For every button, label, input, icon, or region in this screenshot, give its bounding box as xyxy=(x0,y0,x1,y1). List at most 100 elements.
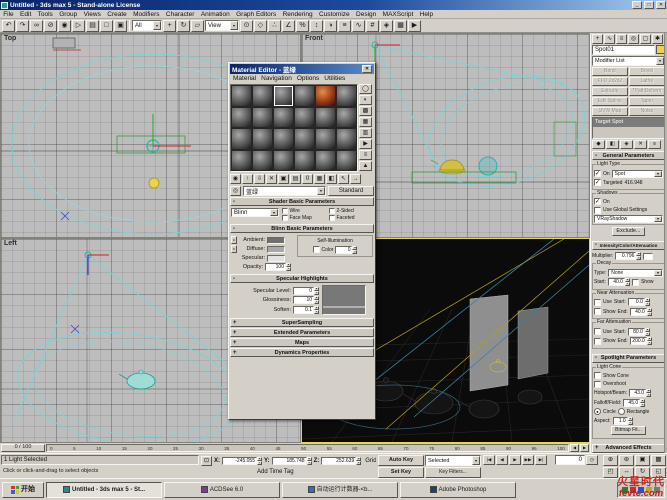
window-crossing-icon[interactable]: ▣ xyxy=(114,20,127,32)
undo-icon[interactable]: ↶ xyxy=(2,20,15,32)
close-button[interactable]: ✕ xyxy=(656,1,666,9)
menu-item[interactable]: File xyxy=(0,11,17,18)
remove-modifier-icon[interactable]: ✕ xyxy=(634,140,647,149)
material-editor-window[interactable]: Material Editor - 蓝绿 ✕ MaterialNavigatio… xyxy=(228,62,376,420)
schematic-view-icon[interactable]: # xyxy=(366,20,379,32)
zoom-extents-all-icon[interactable]: ▦ xyxy=(651,455,666,466)
menu-item[interactable]: Navigation xyxy=(261,75,292,82)
menu-item[interactable]: Help xyxy=(417,11,437,18)
lock-ambient-diffuse-icon[interactable]: c xyxy=(231,236,237,244)
rollout-header-closed[interactable]: + Extended Parameters xyxy=(230,328,374,337)
configure-stack-icon[interactable]: ≡ xyxy=(648,140,661,149)
selection-filter-dropdown[interactable]: All▼ xyxy=(132,20,162,31)
zoom-extents-icon[interactable]: ▣ xyxy=(635,455,650,466)
shadow-on-checkbox[interactable]: ✓ xyxy=(594,198,601,205)
close-icon[interactable]: ✕ xyxy=(362,65,372,73)
far-start-spinner[interactable]: 80.0▲▼ xyxy=(628,328,650,336)
track-bar[interactable]: 0510152025303540455055606570758085909510… xyxy=(46,444,569,452)
redo-icon[interactable]: ↷ xyxy=(16,20,29,32)
utilities-tab[interactable]: ✱ xyxy=(652,34,663,44)
aspect-spinner[interactable]: 1.0▲▼ xyxy=(613,417,633,425)
spinner-snap-icon[interactable]: ↕ xyxy=(310,20,323,32)
auto-key-button[interactable]: Auto Key xyxy=(378,455,424,466)
modifier-button[interactable]: Lathe xyxy=(629,77,665,86)
menu-item[interactable]: Options xyxy=(297,75,319,82)
key-mode-dropdown[interactable]: Selected▼ xyxy=(425,455,481,466)
previous-key-icon[interactable]: ◀ xyxy=(570,444,579,452)
modifier-button[interactable]: *PathDeform xyxy=(629,87,665,96)
rollout-header-closed[interactable]: + SuperSampling xyxy=(230,318,374,327)
reset-map-icon[interactable]: ✕ xyxy=(266,174,277,184)
arc-rotate-icon[interactable]: ↻ xyxy=(635,467,650,478)
minimize-button[interactable]: _ xyxy=(632,1,642,9)
show-cone-checkbox[interactable] xyxy=(594,372,601,379)
rollout-intensity-color-attenuation[interactable]: - Intensity/Color/Attenuation xyxy=(592,241,665,250)
near-use-checkbox[interactable] xyxy=(594,299,601,306)
bitmap-fit-button[interactable]: Bitmap Fit... xyxy=(611,426,646,435)
self-illum-spinner[interactable]: 0▲▼ xyxy=(335,246,357,254)
go-to-parent-icon[interactable]: ↖ xyxy=(338,174,349,184)
material-sample-slot[interactable] xyxy=(294,107,315,129)
decay-start-spinner[interactable]: 40.0▲▼ xyxy=(608,278,630,286)
menu-item[interactable]: Modifiers xyxy=(130,11,163,18)
far-show-checkbox[interactable] xyxy=(594,338,601,345)
x-coordinate-field[interactable]: -245.055▲▼ xyxy=(222,457,262,465)
modifier-stack[interactable]: Target Spot xyxy=(592,117,665,139)
ambient-color-swatch[interactable] xyxy=(267,237,285,244)
create-tab[interactable]: + xyxy=(592,34,603,44)
menu-item[interactable]: Character xyxy=(163,11,198,18)
quick-render-icon[interactable]: ▶ xyxy=(408,20,421,32)
show-end-result-icon[interactable]: ◧ xyxy=(326,174,337,184)
circle-radio[interactable]: ● xyxy=(594,408,601,415)
material-id-icon[interactable]: 0 xyxy=(302,174,313,184)
rollout-header-closed[interactable]: + Maps xyxy=(230,338,374,347)
specular-param-spinner[interactable]: 10▲▼ xyxy=(293,296,319,304)
z-coordinate-field[interactable]: 252.639▲▼ xyxy=(321,457,361,465)
material-type-button[interactable]: Standard xyxy=(328,186,374,196)
material-sample-slot[interactable] xyxy=(294,150,315,172)
checkbox[interactable] xyxy=(329,208,335,214)
material-sample-slot[interactable] xyxy=(231,150,252,172)
pick-material-icon[interactable]: ◎ xyxy=(230,186,241,196)
near-start-spinner[interactable]: 0.0▲▼ xyxy=(628,298,650,306)
menu-item[interactable]: Animation xyxy=(198,11,233,18)
material-sample-slot[interactable] xyxy=(252,128,273,150)
mirror-icon[interactable]: ◑ xyxy=(324,20,337,32)
key-filters-button[interactable]: Key Filters... xyxy=(425,467,481,478)
hierarchy-tab[interactable]: ≡ xyxy=(616,34,627,44)
modifier-button[interactable]: Bevel xyxy=(629,67,665,76)
render-scene-icon[interactable]: ▦ xyxy=(394,20,407,32)
material-sample-slot[interactable] xyxy=(336,128,357,150)
current-frame-field[interactable]: 0 xyxy=(555,455,585,465)
window-titlebar[interactable]: Untitled - 3ds max 5 - Stand-alone Licen… xyxy=(0,0,667,10)
select-by-material-icon[interactable]: ▲ xyxy=(359,161,372,171)
select-and-rotate-icon[interactable]: ↻ xyxy=(177,20,190,32)
menu-item[interactable]: Utilities xyxy=(324,75,345,82)
rollout-blinn-basic[interactable]: - Blinn Basic Parameters xyxy=(230,224,374,233)
rollout-shader-basic[interactable]: - Shader Basic Parameters xyxy=(230,197,374,206)
menu-item[interactable]: Group xyxy=(56,11,80,18)
menu-item[interactable]: Create xyxy=(104,11,130,18)
angle-snap-icon[interactable]: ∠ xyxy=(282,20,295,32)
use-pivot-center-icon[interactable]: ⊙ xyxy=(240,20,253,32)
backlight-icon[interactable]: ◐ xyxy=(359,95,372,105)
modifier-button[interactable]: Extrude xyxy=(592,87,628,96)
select-and-move-icon[interactable]: + xyxy=(163,20,176,32)
material-sample-slot[interactable] xyxy=(294,128,315,150)
play-icon[interactable]: ▶ xyxy=(509,455,521,465)
y-coordinate-field[interactable]: 185.748▲▼ xyxy=(272,457,312,465)
tray-icon[interactable] xyxy=(622,487,628,493)
rectangular-region-icon[interactable]: □ xyxy=(100,20,113,32)
material-sample-slot[interactable] xyxy=(315,107,336,129)
decay-type-dropdown[interactable]: None▼ xyxy=(608,269,663,277)
stack-selected-item[interactable]: Target Spot xyxy=(593,118,664,127)
modifier-list-dropdown[interactable]: Modifier List▼ xyxy=(592,56,665,66)
region-zoom-icon[interactable]: ◰ xyxy=(603,467,618,478)
material-name-dropdown[interactable]: 蓝绿▼ xyxy=(243,186,326,196)
material-sample-slot[interactable] xyxy=(231,107,252,129)
menu-item[interactable]: MAXScript xyxy=(379,11,416,18)
material-sample-slot[interactable] xyxy=(315,128,336,150)
add-time-tag[interactable]: Add Time Tag xyxy=(257,469,294,475)
next-frame-icon[interactable]: ▶▶ xyxy=(522,455,534,465)
rollout-header-closed[interactable]: + Dynamics Properties xyxy=(230,348,374,357)
